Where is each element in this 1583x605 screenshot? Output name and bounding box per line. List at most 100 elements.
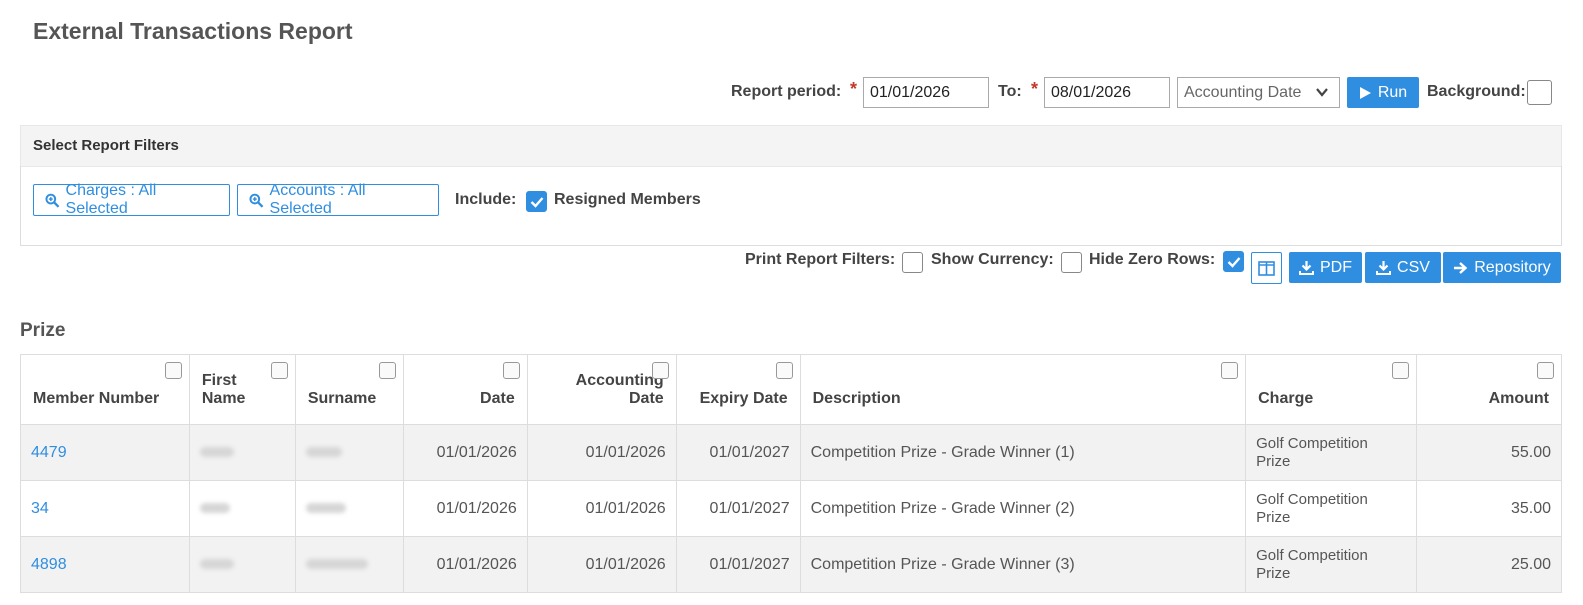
redacted-text [305,447,342,458]
sort-icon[interactable] [1392,362,1410,379]
redacted-text [199,447,234,458]
table-header-row: Member Number First Name Surname Date Ac… [20,354,1562,425]
member-number-cell[interactable]: 4898 [20,536,190,593]
description-cell: Competition Prize - Grade Winner (3) [799,536,1247,593]
chevron-down-icon [1316,88,1328,97]
export-csv-button[interactable]: CSV [1365,252,1441,283]
background-label: Background: [1427,83,1526,100]
surname-cell [294,480,404,537]
member-number-cell[interactable]: 34 [20,480,190,537]
sort-icon[interactable] [164,362,182,379]
background-checkbox[interactable] [1527,80,1552,105]
accounting-date-cell: 01/01/2026 [526,536,677,593]
run-label: Run [1377,83,1408,101]
repository-button[interactable]: Repository [1443,252,1561,283]
hide-zero-rows-checkbox[interactable] [1223,251,1244,272]
first-name-cell [188,480,296,537]
show-currency-checkbox[interactable] [1061,252,1082,273]
expiry-date-cell: 01/01/2027 [675,424,801,481]
hide-zero-rows-label: Hide Zero Rows: [1089,251,1216,268]
date-type-select[interactable]: Accounting Date [1177,77,1340,108]
redacted-text [199,559,234,570]
column-header[interactable]: Amount [1416,354,1562,425]
to-date-input[interactable] [1044,77,1170,108]
search-plus-icon [249,193,264,208]
column-header[interactable]: First Name [188,354,296,425]
accounting-date-cell: 01/01/2026 [526,424,677,481]
column-header[interactable]: Description [799,354,1247,425]
amount-cell: 35.00 [1416,480,1562,537]
table-row: 34 01/01/2026 01/01/2026 01/01/2027 Comp… [20,480,1562,537]
sort-icon[interactable] [775,362,793,379]
column-header-label: Description [812,390,901,407]
pdf-label: PDF [1320,258,1352,276]
amount-cell: 25.00 [1416,536,1562,593]
charge-cell: Golf Competition Prize [1245,480,1418,537]
column-header[interactable]: Charge [1245,354,1418,425]
member-link[interactable]: 34 [31,500,49,517]
member-number-cell[interactable]: 4479 [20,424,190,481]
date-cell: 01/01/2026 [402,480,528,537]
table-row: 4479 01/01/2026 01/01/2026 01/01/2027 Co… [20,424,1562,481]
surname-cell [294,536,404,593]
date-type-value: Accounting Date [1184,84,1302,101]
resigned-members-checkbox[interactable] [526,191,547,212]
download-icon [1376,261,1392,275]
sort-icon[interactable] [1537,362,1554,379]
amount-cell: 55.00 [1416,424,1562,481]
surname-cell [294,424,404,481]
description-cell: Competition Prize - Grade Winner (2) [799,480,1247,537]
date-cell: 01/01/2026 [402,536,528,593]
column-header-label: Expiry Date [699,390,788,407]
member-link[interactable]: 4479 [31,444,67,461]
download-icon [1299,261,1314,275]
column-header-label: First Name [201,372,246,407]
arrow-right-icon [1454,261,1468,274]
column-header[interactable]: Accounting Date [526,354,677,425]
from-date-input[interactable] [863,77,989,108]
column-header-label: Member Number [33,390,160,407]
to-label: To: [998,83,1022,100]
charges-filter-label: Charges : All Selected [65,182,157,217]
filter-panel-title: Select Report Filters [33,137,179,154]
columns-toggle-button[interactable] [1251,252,1282,284]
column-header-label: Date [480,390,515,407]
sort-icon[interactable] [270,362,288,379]
required-marker: * [1031,79,1039,99]
accounts-filter-label: Accounts : All Selected [269,182,366,217]
play-icon [1359,86,1371,99]
sort-icon[interactable] [502,362,520,379]
accounting-date-cell: 01/01/2026 [526,480,677,537]
sort-icon[interactable] [378,362,396,379]
redacted-text [305,559,368,570]
member-link[interactable]: 4898 [31,556,67,573]
show-currency-label: Show Currency: [931,251,1054,268]
accounts-filter-button[interactable]: Accounts : All Selected [237,182,439,217]
column-header-label: Charge [1258,390,1314,407]
column-header[interactable]: Date [402,354,528,425]
export-pdf-button[interactable]: PDF [1289,252,1362,283]
date-cell: 01/01/2026 [402,424,528,481]
sort-icon[interactable] [1221,362,1239,379]
redacted-text [199,503,230,514]
run-button[interactable]: Run [1347,77,1419,108]
charges-filter-button[interactable]: Charges : All Selected [33,182,230,217]
first-name-cell [188,536,296,593]
expiry-date-cell: 01/01/2027 [675,480,801,537]
first-name-cell [188,424,296,481]
required-marker: * [850,79,858,99]
check-icon [530,197,544,208]
table-row: 4898 01/01/2026 01/01/2026 01/01/2027 Co… [20,536,1562,593]
column-header-label: Surname [307,390,377,407]
section-title: Prize [20,320,66,341]
column-header[interactable]: Member Number [20,354,190,425]
description-cell: Competition Prize - Grade Winner (1) [799,424,1247,481]
column-header[interactable]: Expiry Date [675,354,801,425]
charge-cell: Golf Competition Prize [1245,536,1418,593]
column-header[interactable]: Surname [294,354,404,425]
sort-icon[interactable] [651,362,669,379]
csv-label: CSV [1397,258,1430,276]
filter-panel-header: Select Report Filters [20,125,1562,167]
print-filters-checkbox[interactable] [902,252,923,273]
redacted-text [305,503,346,514]
